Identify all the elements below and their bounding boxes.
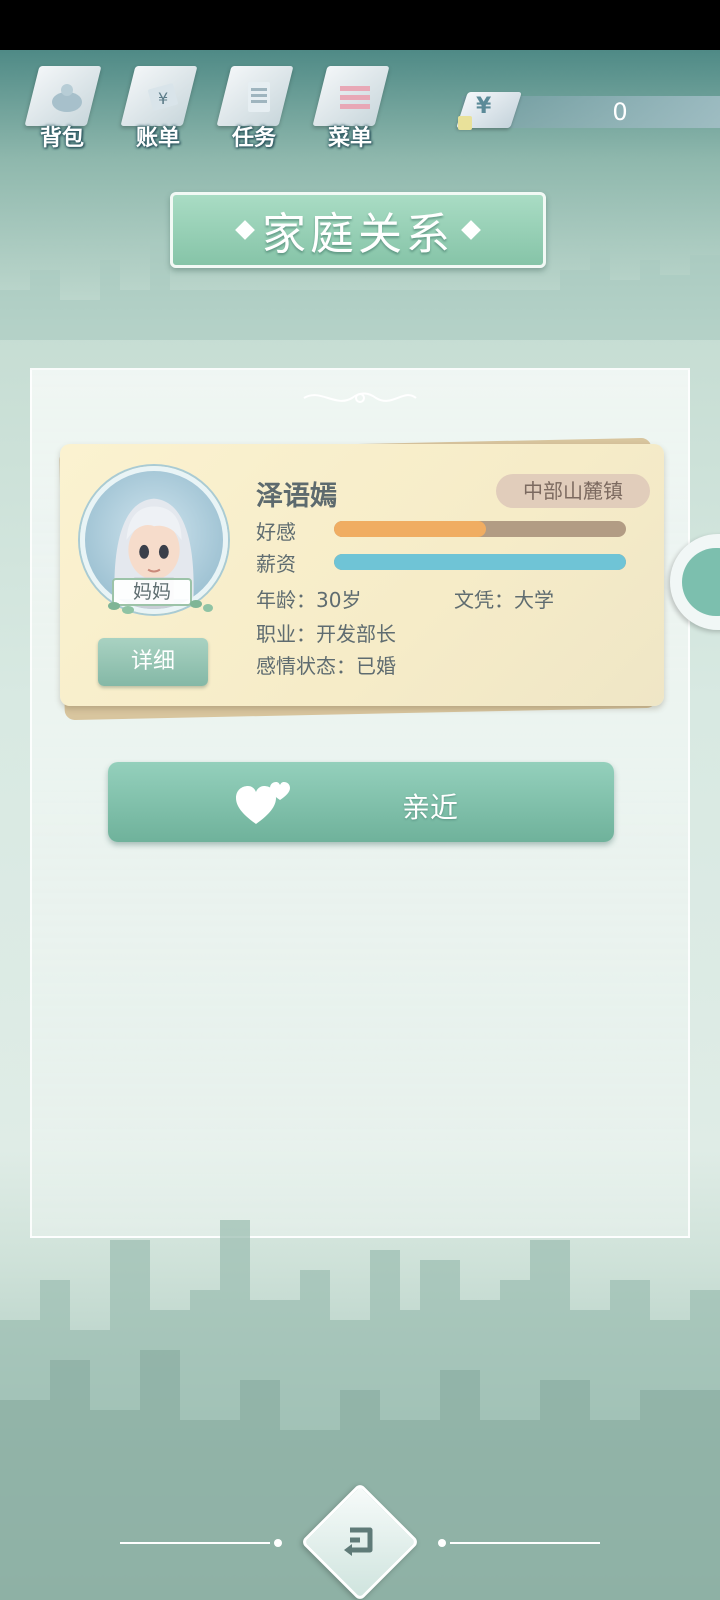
back-arrow-icon	[344, 1527, 373, 1556]
toolbar-menu-label: 菜单	[327, 126, 372, 151]
toolbar-task-button[interactable]: 任务	[214, 58, 304, 158]
svg-text:¥: ¥	[158, 89, 168, 108]
detail-button[interactable]: 详细	[98, 638, 208, 686]
divider-right	[438, 1539, 600, 1547]
toolbar-bill-label: 账单	[135, 126, 180, 151]
diamond-right-icon	[461, 220, 481, 240]
status-bar	[0, 0, 720, 50]
salary-bar	[334, 554, 626, 570]
task-list-icon	[248, 82, 270, 112]
hearts-icon	[236, 782, 290, 824]
bag-icon	[52, 84, 82, 112]
leaf-decoration-icon	[108, 600, 213, 614]
location-badge: 中部山麓镇	[496, 474, 650, 508]
affection-label: 好感	[256, 520, 296, 544]
page-title: 家庭关系	[262, 209, 454, 260]
age-text: 年龄：30岁	[256, 588, 362, 612]
currency-value: 0	[612, 98, 628, 126]
approach-button[interactable]	[108, 762, 614, 842]
salary-bar-fill	[334, 554, 626, 570]
yen-icon: ¥	[476, 94, 492, 119]
toolbar-bill-button[interactable]: ¥ 账单	[118, 58, 208, 158]
toolbar-task-label: 任务	[231, 126, 276, 151]
diamond-left-icon	[235, 220, 255, 240]
education-text: 文凭：大学	[454, 588, 554, 612]
toolbar-bag-label: 背包	[39, 126, 84, 151]
page-title-banner: 家庭关系	[170, 192, 546, 268]
affection-bar	[334, 521, 626, 537]
character-name: 泽语嫣	[256, 481, 337, 512]
toolbar-bag-button[interactable]: 背包	[22, 58, 112, 158]
salary-label: 薪资	[256, 552, 296, 576]
approach-label: 亲近	[402, 791, 459, 824]
toolbar-menu-button[interactable]: 菜单	[310, 58, 400, 158]
divider-left	[120, 1539, 282, 1547]
ornament-icon	[303, 392, 417, 403]
currency-add-icon[interactable]	[458, 116, 472, 130]
job-text: 职业：开发部长	[256, 622, 396, 646]
menu-icon	[340, 86, 370, 109]
affection-bar-fill	[334, 521, 486, 537]
bill-icon: ¥	[148, 83, 178, 111]
marital-status-text: 感情状态：已婚	[256, 654, 396, 678]
